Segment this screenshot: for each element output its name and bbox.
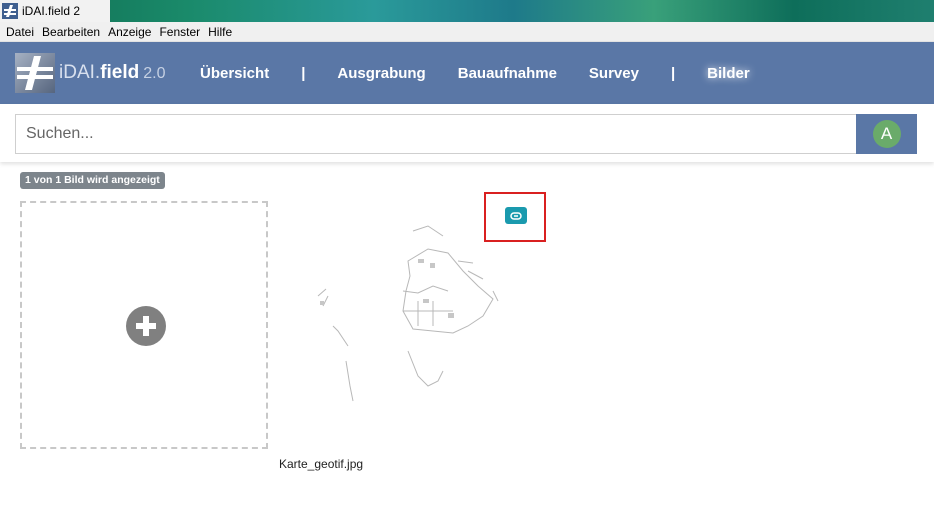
georeference-link-badge[interactable] [505,207,527,224]
type-filter-avatar: A [872,120,901,148]
menu-fenster[interactable]: Fenster [159,25,200,39]
nav-survey[interactable]: Survey [589,65,639,82]
type-filter-button[interactable]: A [856,114,917,154]
image-filename: Karte_geotif.jpg [279,457,364,471]
app-icon [2,3,18,19]
menu-bearbeiten[interactable]: Bearbeiten [42,25,100,39]
nav-separator: | [301,64,306,82]
main-navbar: iDAI.field 2.0 Übersicht | Ausgrabung Bau… [0,42,934,104]
nav-bauaufnahme[interactable]: Bauaufnahme [458,65,557,82]
menu-datei[interactable]: Datei [6,25,34,39]
nav-bilder[interactable]: Bilder [707,65,750,82]
window-title: iDAI.field 2 [22,4,81,18]
link-icon [510,211,522,220]
search-bar: A [0,104,934,162]
nav-uebersicht[interactable]: Übersicht [200,65,269,82]
menu-anzeige[interactable]: Anzeige [108,25,151,39]
image-count-badge: 1 von 1 Bild wird angezeigt [20,172,165,189]
app-logo[interactable]: iDAI.field 2.0 [15,53,166,93]
nav-links: Übersicht | Ausgrabung Bauaufnahme Surve… [200,42,782,104]
window-title-panel: iDAI.field 2 [0,0,110,22]
app-logo-text: iDAI.field 2.0 [59,62,166,83]
menu-hilfe[interactable]: Hilfe [208,25,232,39]
window-title-bar: iDAI.field 2 [0,0,934,22]
search-input[interactable] [15,114,856,154]
nav-separator: | [670,64,676,82]
idai-field-logo-icon [15,53,55,93]
nav-ausgrabung[interactable]: Ausgrabung [337,65,425,82]
menu-bar: Datei Bearbeiten Anzeige Fenster Hilfe [0,22,934,42]
add-image-dropzone[interactable] [20,201,268,449]
plus-circle-icon[interactable] [126,306,166,346]
